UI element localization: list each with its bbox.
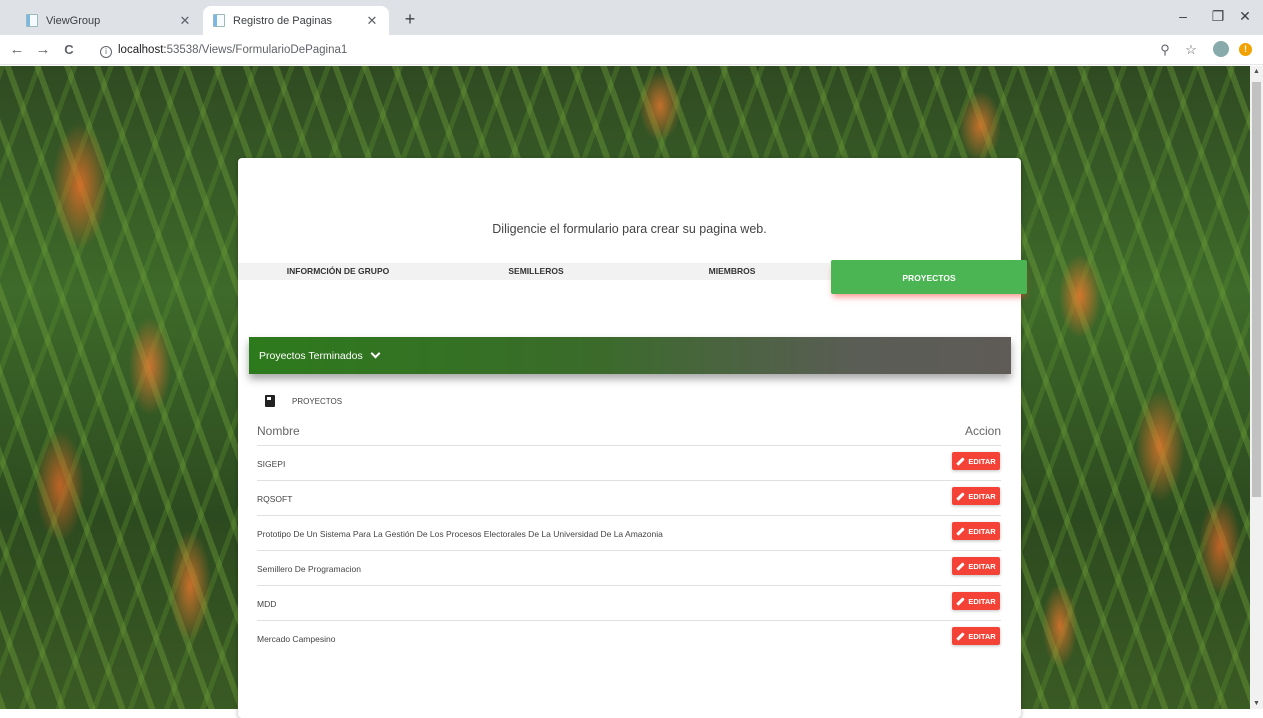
form-instruction: Diligencie el formulario para crear su p… bbox=[492, 222, 767, 236]
back-button[interactable]: ← bbox=[8, 41, 26, 58]
column-header-nombre: Nombre bbox=[257, 424, 300, 438]
table-row: Prototipo De Un Sistema Para La Gestión … bbox=[257, 516, 1001, 551]
table-row: RQSOFT EDITAR bbox=[257, 481, 1001, 516]
new-tab-button[interactable]: + bbox=[400, 10, 420, 28]
url-field[interactable]: i localhost:53538/Views/FormularioDePagin… bbox=[100, 44, 347, 58]
table-header: Nombre Accion bbox=[257, 424, 1001, 446]
browser-tab-registro[interactable]: Registro de Paginas ✕ bbox=[203, 6, 389, 35]
zoom-icon[interactable]: ⚲ bbox=[1157, 42, 1173, 58]
edit-label: EDITAR bbox=[968, 491, 996, 501]
table-row: SIGEPI EDITAR bbox=[257, 446, 1001, 481]
edit-label: EDITAR bbox=[968, 456, 996, 466]
chevron-down-icon bbox=[370, 348, 381, 359]
pencil-icon bbox=[956, 596, 966, 606]
close-tab-icon[interactable]: ✕ bbox=[365, 13, 379, 29]
url-path: 53538/Views/FormularioDePagina1 bbox=[166, 44, 348, 56]
tab-proyectos[interactable]: PROYECTOS bbox=[831, 260, 1027, 294]
project-name: MDD bbox=[257, 599, 277, 609]
browser-tab-title: Registro de Paginas bbox=[233, 14, 333, 27]
forward-button[interactable]: → bbox=[34, 41, 52, 58]
close-window-button[interactable]: ✕ bbox=[1233, 8, 1257, 25]
edit-button[interactable]: EDITAR bbox=[952, 487, 1000, 505]
project-name: SIGEPI bbox=[257, 459, 286, 469]
collapsible-proyectos-terminados[interactable]: Proyectos Terminados bbox=[249, 337, 1011, 374]
tab-informacion-grupo[interactable]: INFORMCIÓN DE GRUPO bbox=[238, 263, 438, 280]
edit-label: EDITAR bbox=[968, 561, 996, 571]
browser-tab-title: ViewGroup bbox=[46, 14, 101, 27]
project-name: Prototipo De Un Sistema Para La Gestión … bbox=[257, 529, 663, 539]
tab-semilleros[interactable]: SEMILLEROS bbox=[438, 263, 634, 280]
column-header-accion: Accion bbox=[964, 424, 1001, 438]
minimize-button[interactable]: – bbox=[1171, 8, 1195, 24]
edit-button[interactable]: EDITAR bbox=[952, 452, 1000, 470]
edit-button[interactable]: EDITAR bbox=[952, 627, 1000, 645]
pencil-icon bbox=[956, 491, 966, 501]
pencil-icon bbox=[956, 456, 966, 466]
reload-button[interactable]: C bbox=[60, 42, 78, 57]
edit-label: EDITAR bbox=[968, 526, 996, 536]
project-name: Semillero De Programacion bbox=[257, 564, 361, 574]
close-tab-icon[interactable]: ✕ bbox=[178, 13, 192, 29]
project-name: RQSOFT bbox=[257, 494, 293, 504]
collapsible-label: Proyectos Terminados bbox=[259, 349, 363, 362]
pencil-icon bbox=[956, 561, 966, 571]
table-row: MDD EDITAR bbox=[257, 586, 1001, 621]
edit-button[interactable]: EDITAR bbox=[952, 557, 1000, 575]
page-favicon-icon bbox=[26, 14, 38, 27]
edit-button[interactable]: EDITAR bbox=[952, 592, 1000, 610]
project-name: Mercado Campesino bbox=[257, 634, 336, 644]
form-card: Diligencie el formulario para crear su p… bbox=[238, 158, 1027, 718]
tab-miembros[interactable]: MIEMBROS bbox=[634, 263, 830, 280]
table-row: Mercado Campesino EDITAR bbox=[257, 621, 1001, 656]
bookmark-star-icon[interactable]: ☆ bbox=[1183, 42, 1199, 58]
edit-button[interactable]: EDITAR bbox=[952, 522, 1000, 540]
edit-label: EDITAR bbox=[968, 596, 996, 606]
edit-label: EDITAR bbox=[968, 631, 996, 641]
site-info-icon[interactable]: i bbox=[100, 46, 112, 58]
url-host: localhost: bbox=[118, 44, 167, 56]
table-row: Semillero De Programacion EDITAR bbox=[257, 551, 1001, 586]
page-favicon-icon bbox=[213, 14, 225, 27]
extension-icon[interactable] bbox=[1213, 41, 1229, 57]
address-bar: ← → C i localhost:53538/Views/FormularioD… bbox=[0, 35, 1263, 65]
browser-tab-viewgroup[interactable]: ViewGroup ✕ bbox=[16, 6, 202, 35]
book-icon bbox=[265, 395, 275, 407]
browser-tabstrip: ViewGroup ✕ Registro de Paginas ✕ + – ❐ … bbox=[0, 0, 1263, 35]
restore-button[interactable]: ❐ bbox=[1206, 8, 1230, 25]
scrollbar-thumb[interactable] bbox=[1252, 82, 1261, 497]
pencil-icon bbox=[956, 631, 966, 641]
update-alert-icon[interactable]: ! bbox=[1239, 43, 1252, 56]
pencil-icon bbox=[956, 526, 966, 536]
scroll-down-icon[interactable]: ▼ bbox=[1250, 700, 1263, 707]
scroll-up-icon[interactable]: ▲ bbox=[1250, 68, 1263, 75]
section-header: PROYECTOS bbox=[265, 395, 342, 407]
section-label: PROYECTOS bbox=[292, 396, 343, 406]
